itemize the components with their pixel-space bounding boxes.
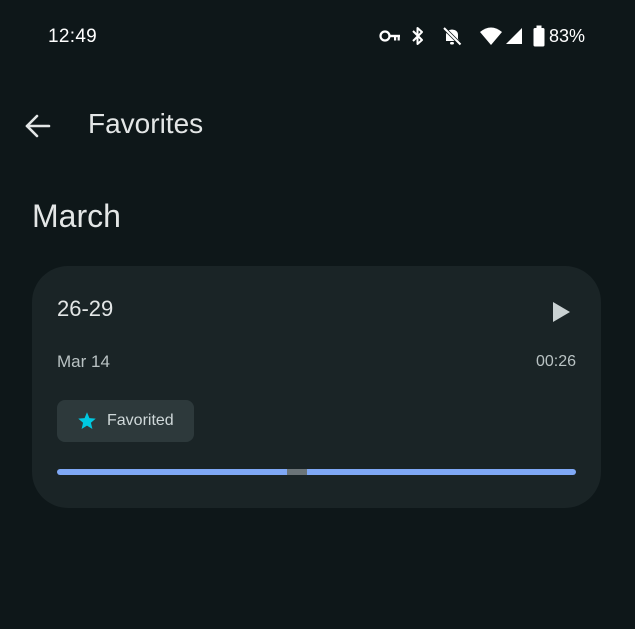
recording-title: 26-29: [57, 296, 114, 321]
app-bar: Favorites: [0, 90, 635, 160]
play-icon: [551, 301, 571, 323]
vpn-key-icon: [379, 29, 401, 43]
star-icon: [77, 411, 97, 431]
playback-progress-bar[interactable]: [57, 469, 576, 475]
recording-duration: 00:26: [535, 353, 576, 370]
back-button[interactable]: [14, 102, 62, 150]
wifi-icon: [479, 26, 503, 46]
play-button[interactable]: [541, 292, 581, 332]
mute-icon: [441, 25, 463, 47]
favorited-chip[interactable]: Favorited: [57, 400, 194, 442]
signal-icon: [505, 27, 523, 45]
playback-position-marker[interactable]: [287, 469, 307, 475]
status-icons: 83%: [379, 24, 585, 48]
bluetooth-icon: [411, 26, 425, 46]
page-title: Favorites: [88, 108, 204, 139]
status-time: 12:49: [48, 26, 98, 47]
status-bar: 12:49 83%: [0, 0, 635, 72]
battery-icon: [533, 25, 545, 47]
recording-card[interactable]: 26-29 Mar 14 00:26 Favorited: [32, 266, 601, 508]
battery-percent: 83%: [548, 25, 585, 46]
favorited-label: Favorited: [107, 412, 174, 429]
recording-date: Mar 14: [57, 352, 110, 371]
section-header: March: [32, 198, 121, 234]
arrow-back-icon: [24, 112, 52, 140]
